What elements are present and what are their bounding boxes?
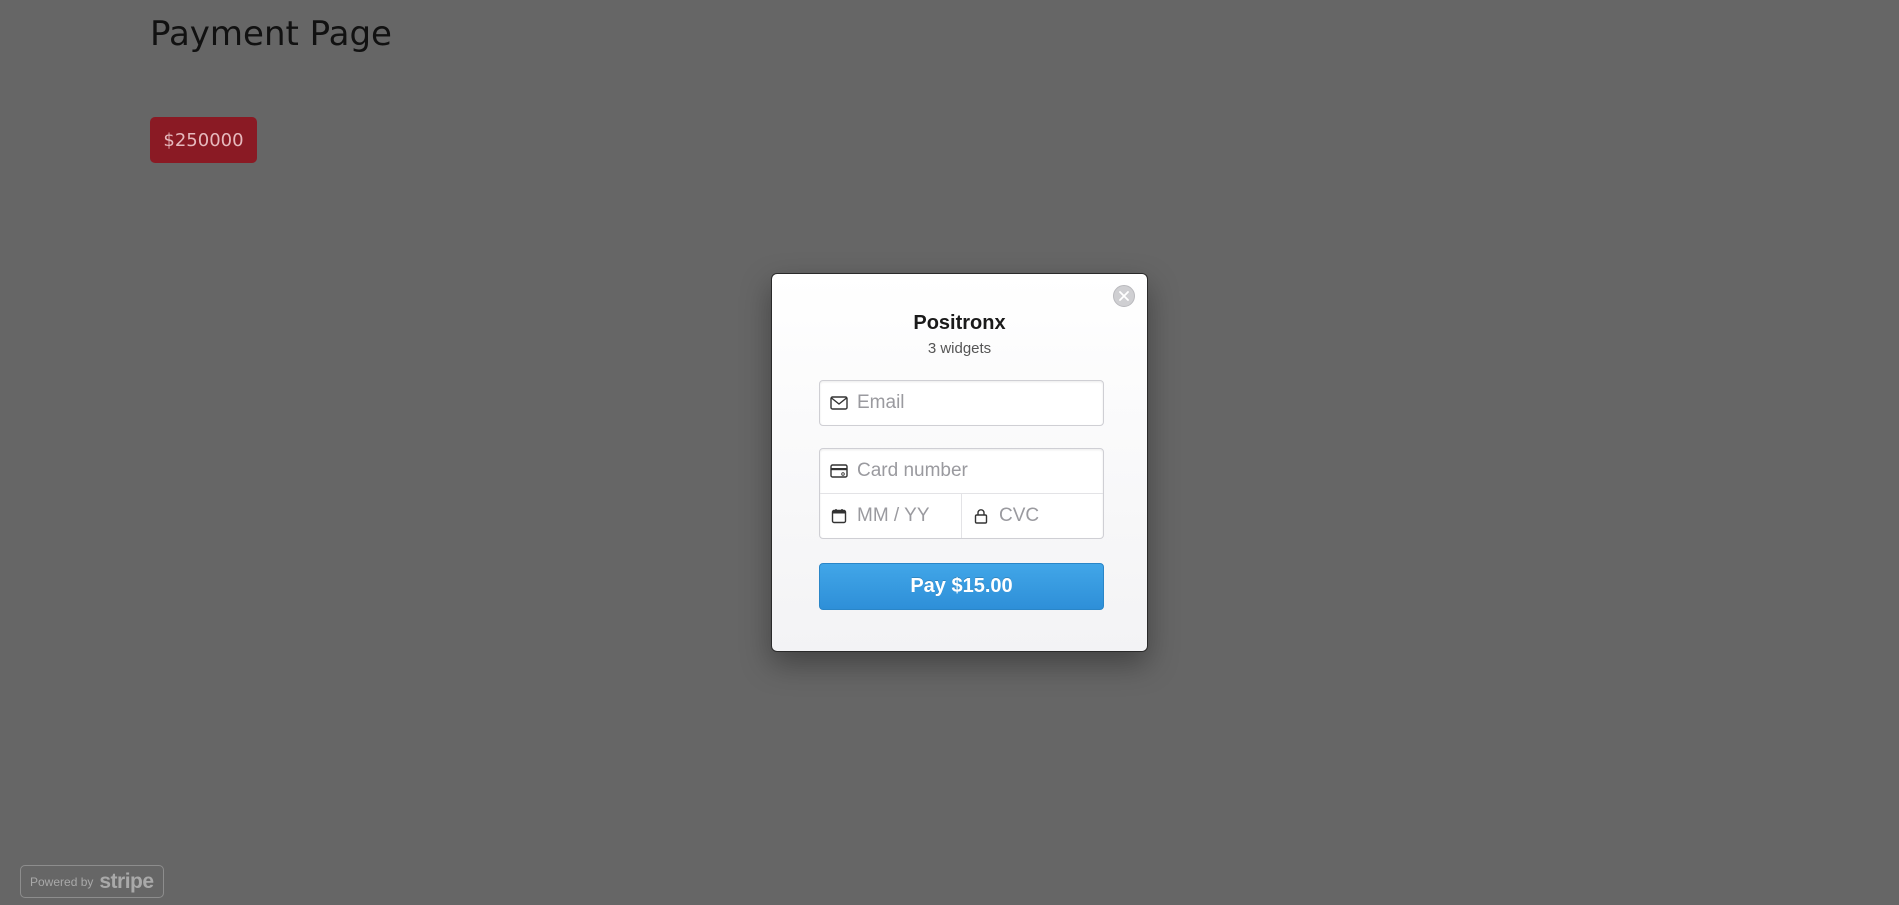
checkout-modal: Positronx 3 widgets Email Card number MM… — [771, 273, 1148, 652]
calendar-icon — [829, 506, 849, 526]
powered-by-text: Powered by — [30, 874, 94, 889]
stripe-logo-text: stripe — [99, 869, 154, 893]
email-field[interactable] — [820, 381, 1103, 425]
credit-card-icon — [829, 461, 849, 481]
lock-icon — [971, 506, 991, 526]
card-number-input[interactable] — [857, 460, 1057, 482]
close-icon — [1119, 291, 1129, 301]
cvc-input[interactable] — [999, 505, 1099, 527]
envelope-icon — [829, 393, 849, 413]
close-button[interactable] — [1113, 285, 1135, 307]
price-button[interactable]: $250000 — [150, 117, 257, 163]
email-field-group — [819, 380, 1104, 426]
email-input[interactable] — [857, 392, 1057, 414]
merchant-description: 3 widgets — [927, 340, 992, 357]
expiry-field[interactable] — [820, 494, 962, 538]
cvc-field[interactable] — [962, 494, 1103, 538]
pay-button[interactable]: Pay $15.00 — [819, 563, 1104, 610]
page-title: Payment Page — [150, 14, 392, 54]
card-field-group — [819, 448, 1104, 539]
powered-by-stripe-badge[interactable]: Powered by stripe — [20, 865, 164, 898]
merchant-name: Positronx — [913, 312, 1006, 334]
card-details-row — [820, 493, 1103, 538]
card-number-field[interactable] — [820, 449, 1103, 493]
expiry-input[interactable] — [857, 505, 957, 527]
